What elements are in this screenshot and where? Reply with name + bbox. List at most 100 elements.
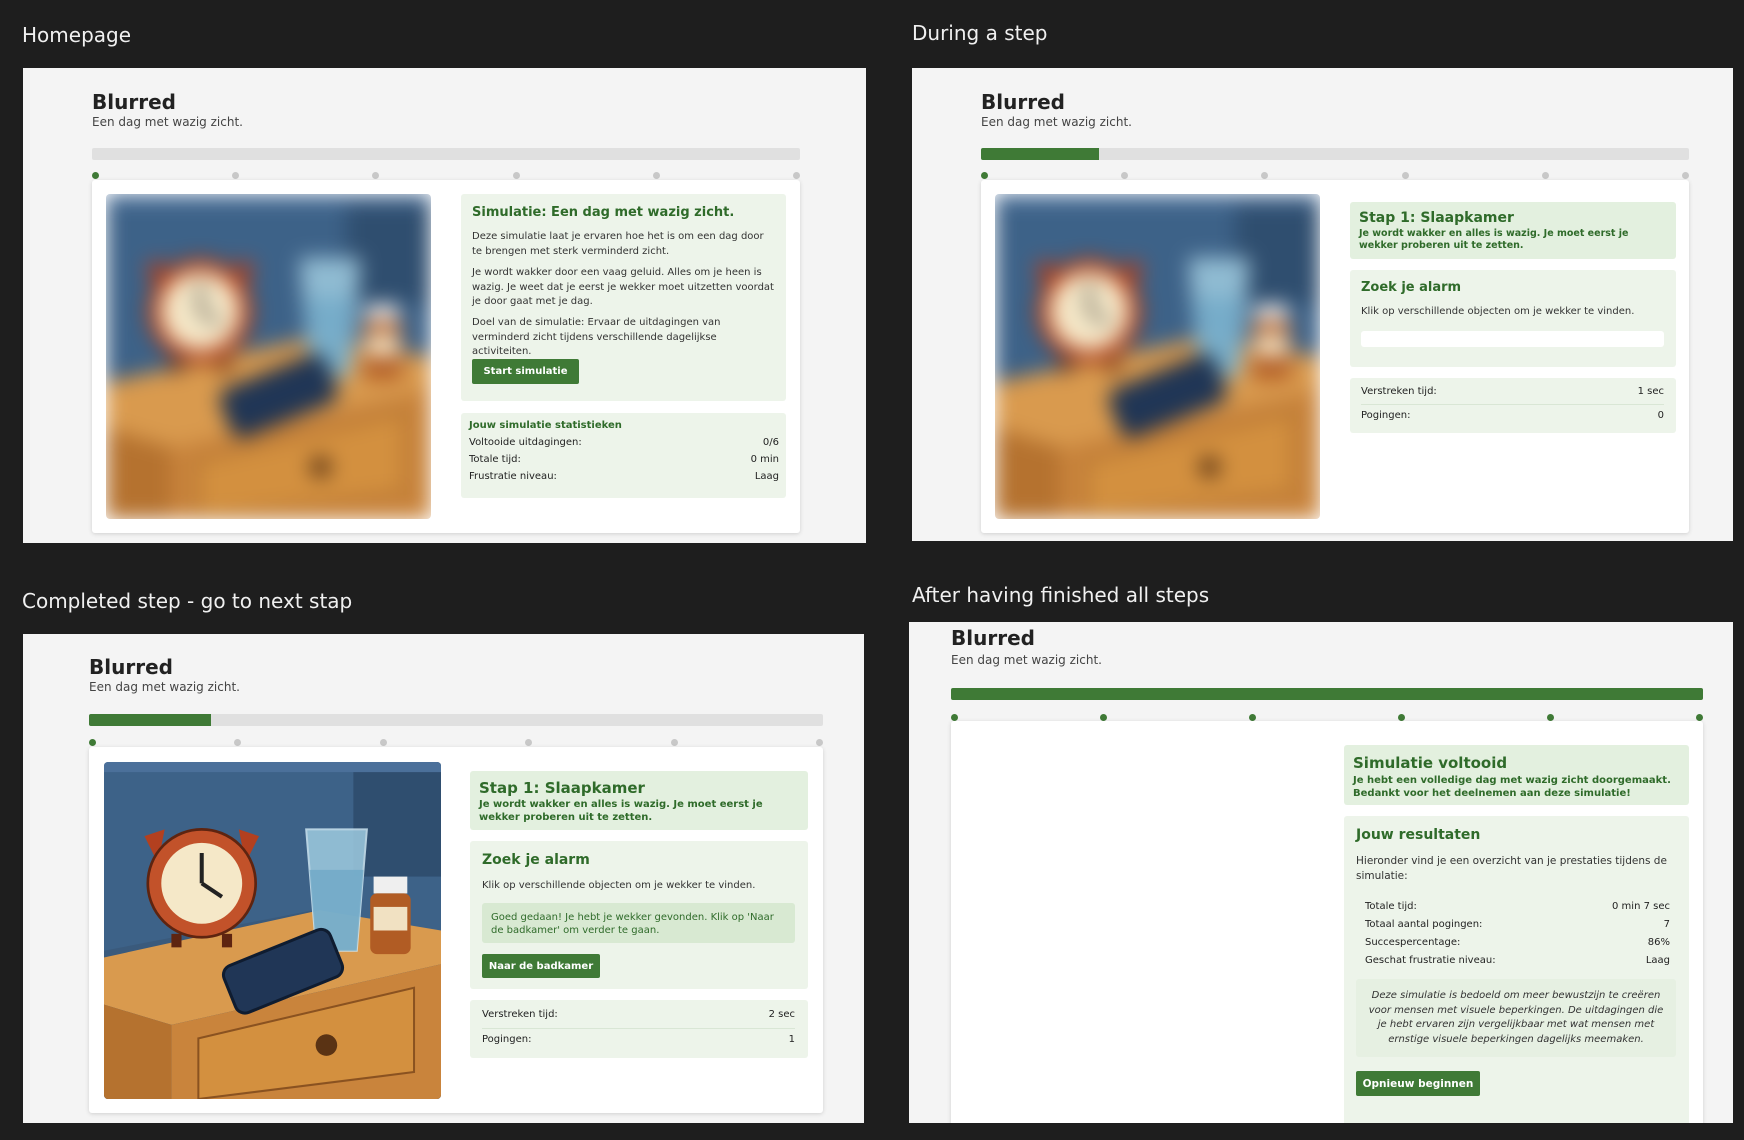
- finished-header-box: Simulatie voltooid Je hebt een volledige…: [1344, 745, 1689, 805]
- completed-step-screen: Blurred Een dag met wazig zicht. Stap 1:…: [23, 634, 864, 1123]
- stats-value: 0 min: [750, 454, 779, 465]
- stats-value: Laag: [754, 471, 779, 482]
- main-card: Stap 1: Slaapkamer Je wordt wakker en al…: [981, 180, 1689, 533]
- task-description: Klik op verschillende objecten om je wek…: [482, 880, 756, 891]
- task-description: Klik op verschillende objecten om je wek…: [1361, 306, 1635, 317]
- main-card: Simulatie voltooid Je hebt een volledige…: [951, 721, 1703, 1123]
- label-during-step: During a step: [912, 21, 1048, 45]
- main-card: Stap 1: Slaapkamer Je wordt wakker en al…: [89, 747, 823, 1113]
- elapsed-row: Verstreken tijd: 1 sec: [1361, 386, 1664, 405]
- feedback-area: [1361, 331, 1664, 347]
- step-title: Stap 1: Slaapkamer: [1359, 210, 1514, 226]
- task-box: Zoek je alarm Klik op verschillende obje…: [470, 841, 808, 989]
- intro-title: Simulatie: Een dag met wazig zicht.: [472, 205, 735, 220]
- step-dot: [92, 171, 99, 179]
- step-description: Je wordt wakker en alles is wazig. Je mo…: [1359, 228, 1629, 252]
- step-dot: [951, 713, 958, 721]
- step-dot: [89, 738, 96, 746]
- results-row: Succespercentage: 86%: [1365, 937, 1670, 955]
- app-title: Blurred: [92, 90, 176, 114]
- results-row: Totaal aantal pogingen: 7: [1365, 919, 1670, 937]
- app-subtitle: Een dag met wazig zicht.: [92, 115, 243, 129]
- app-subtitle: Een dag met wazig zicht.: [951, 653, 1102, 667]
- step-dots: [89, 738, 823, 746]
- elapsed-label: Verstreken tijd:: [1361, 386, 1437, 397]
- step-dot: [815, 738, 823, 746]
- intro-paragraph-1: Deze simulatie laat je ervaren hoe het i…: [472, 231, 764, 257]
- attempts-label: Pogingen:: [482, 1034, 532, 1045]
- main-card: Simulatie: Een dag met wazig zicht. Deze…: [92, 180, 800, 533]
- during-step-screen: Blurred Een dag met wazig zicht. Stap 1:…: [912, 68, 1733, 541]
- stats-label: Voltooide uitdagingen:: [469, 437, 582, 448]
- step-dot: [981, 171, 988, 179]
- restart-button[interactable]: Opnieuw beginnen: [1356, 1071, 1480, 1096]
- results-row: Totale tijd: 0 min 7 sec: [1365, 901, 1670, 919]
- step-dot: [1696, 713, 1703, 721]
- app-title: Blurred: [951, 626, 1035, 650]
- progress-bar: [92, 148, 800, 160]
- next-bathroom-button[interactable]: Naar de badkamer: [482, 954, 600, 978]
- progress-bar: [89, 714, 823, 726]
- results-value: 7: [1663, 919, 1670, 930]
- step-dot: [1681, 171, 1689, 179]
- awareness-note: Deze simulatie is bedoeld om meer bewust…: [1356, 979, 1676, 1057]
- elapsed-row: Verstreken tijd: 2 sec: [482, 1009, 795, 1029]
- step-header-box: Stap 1: Slaapkamer Je wordt wakker en al…: [1350, 202, 1676, 259]
- progress-bar: [951, 688, 1703, 700]
- step-dot: [1547, 713, 1554, 721]
- stats-title: Jouw simulatie statistieken: [469, 420, 622, 431]
- step-dot: [512, 171, 520, 179]
- bedroom-scene-image[interactable]: [106, 194, 431, 519]
- finished-title: Simulatie voltooid: [1353, 754, 1508, 772]
- start-simulation-button[interactable]: Start simulatie: [472, 359, 579, 384]
- attempts-row: Pogingen: 1: [482, 1034, 795, 1045]
- stats-box: Jouw simulatie statistieken Voltooide ui…: [461, 413, 786, 498]
- step-dot: [234, 738, 242, 746]
- app-title: Blurred: [981, 90, 1065, 114]
- attempts-value: 0: [1657, 410, 1664, 421]
- intro-paragraph-2: Je wordt wakker door een vaag geluid. Al…: [472, 267, 774, 307]
- progress-fill: [951, 688, 1703, 700]
- results-intro: Hieronder vind je een overzicht van je p…: [1356, 855, 1667, 883]
- results-row: Geschat frustratie niveau: Laag: [1365, 955, 1670, 973]
- results-title: Jouw resultaten: [1356, 827, 1481, 843]
- results-value: 86%: [1647, 937, 1670, 948]
- step-dot: [1121, 171, 1129, 179]
- stats-list: Voltooide uitdagingen: 0/6 Totale tijd: …: [469, 437, 779, 488]
- intro-paragraph-3: Doel van de simulatie: Ervaar de uitdagi…: [472, 317, 721, 357]
- label-completed-step: Completed step - go to next stap: [22, 589, 353, 613]
- task-box: Zoek je alarm Klik op verschillende obje…: [1350, 270, 1676, 367]
- label-finished: After having finished all steps: [912, 583, 1210, 607]
- step-dot: [525, 738, 533, 746]
- results-box: Jouw resultaten Hieronder vind je een ov…: [1344, 816, 1689, 1123]
- step-dot: [379, 738, 387, 746]
- step-dots: [92, 171, 800, 179]
- attempts-label: Pogingen:: [1361, 410, 1411, 421]
- finished-screen: Blurred Een dag met wazig zicht. Simulat…: [909, 622, 1733, 1123]
- stats-label: Frustratie niveau:: [469, 471, 557, 482]
- progress-fill: [89, 714, 212, 726]
- elapsed-label: Verstreken tijd:: [482, 1009, 558, 1020]
- step-dot: [1261, 171, 1269, 179]
- results-label: Succespercentage:: [1365, 937, 1461, 948]
- results-label: Totaal aantal pogingen:: [1365, 919, 1483, 930]
- stats-row: Voltooide uitdagingen: 0/6: [469, 437, 779, 454]
- step-dot: [232, 171, 240, 179]
- intro-box: Simulatie: Een dag met wazig zicht. Deze…: [461, 194, 786, 401]
- results-label: Totale tijd:: [1365, 901, 1417, 912]
- step-dot: [372, 171, 380, 179]
- stats-value: 0/6: [762, 437, 779, 448]
- progress-bar: [981, 148, 1689, 160]
- step-dot: [792, 171, 800, 179]
- results-value: Laag: [1645, 955, 1670, 966]
- stats-row: Frustratie niveau: Laag: [469, 471, 779, 488]
- bedroom-scene-image[interactable]: [104, 762, 441, 1099]
- app-subtitle: Een dag met wazig zicht.: [89, 680, 240, 694]
- app-subtitle: Een dag met wazig zicht.: [981, 115, 1132, 129]
- homepage-screen: Blurred Een dag met wazig zicht. Simulat…: [23, 68, 866, 543]
- results-list: Totale tijd: 0 min 7 sec Totaal aantal p…: [1365, 901, 1670, 973]
- step-title: Stap 1: Slaapkamer: [479, 779, 645, 797]
- bedroom-scene-image[interactable]: [995, 194, 1320, 519]
- finished-description: Je hebt een volledige dag met wazig zich…: [1353, 775, 1671, 799]
- step-dot: [1541, 171, 1549, 179]
